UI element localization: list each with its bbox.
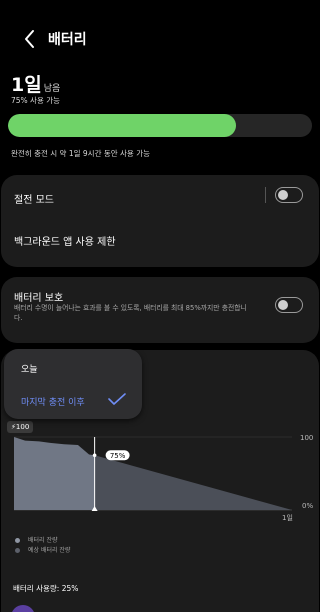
remaining-unit: 남음 bbox=[43, 84, 61, 94]
legend-dot bbox=[15, 548, 20, 553]
battery-protect-description: 배터리 수명이 늘어나는 효과를 볼 수 있도록, 배터리를 최대 85%까지만… bbox=[14, 304, 247, 322]
power-saving-row[interactable]: 절전 모드 bbox=[14, 191, 54, 206]
actual-level-area bbox=[14, 437, 95, 510]
charge-start-badge: ⚡100 bbox=[7, 421, 34, 433]
battery-protect-label: 배터리 보호 bbox=[14, 293, 64, 304]
percent-available: 75% 사용 가능 bbox=[11, 96, 61, 105]
battery-level-fill bbox=[8, 114, 236, 137]
back-arrow-icon[interactable] bbox=[20, 28, 40, 50]
full-charge-estimate: 완전히 충전 시 약 1일 9시간 동안 사용 가능 bbox=[11, 149, 151, 158]
power-settings-card: 절전 모드 백그라운드 앱 사용 제한 bbox=[1, 175, 319, 267]
toggle-knob bbox=[278, 299, 288, 310]
remaining-time: 1일 남음 bbox=[11, 70, 60, 97]
divider bbox=[265, 187, 266, 203]
battery-protect-card[interactable]: 배터리 보호 배터리 수명이 늘어나는 효과를 볼 수 있도록, 배터리를 최대… bbox=[1, 277, 319, 343]
period-option-since-charge[interactable]: 마지막 충전 이후 bbox=[21, 395, 85, 408]
y-tick-label-bottom: 0% bbox=[302, 502, 313, 510]
projected-level-area bbox=[94, 455, 293, 510]
toggle-knob bbox=[278, 189, 288, 200]
x-tick-label: 1일 bbox=[282, 513, 293, 522]
legend-item: 예상 배터리 잔량 bbox=[15, 545, 70, 554]
legend-dot bbox=[15, 538, 20, 543]
period-dropdown: 오늘 마지막 충전 이후 bbox=[4, 349, 142, 419]
legend-label-actual: 배터리 잔량 bbox=[28, 537, 58, 544]
battery-graph: 75% 100 0% 1일 bbox=[14, 434, 313, 522]
remaining-value: 1일 bbox=[11, 74, 42, 96]
charge-start-label: 100 bbox=[15, 423, 30, 431]
y-tick-label-top: 100 bbox=[300, 434, 313, 442]
marker-label: 75% bbox=[110, 452, 126, 460]
legend-label-projected: 예상 배터리 잔량 bbox=[28, 547, 71, 554]
current-level-point bbox=[92, 453, 97, 458]
check-icon bbox=[108, 393, 126, 405]
page-title: 배터리 bbox=[48, 32, 87, 48]
app-header: 배터리 bbox=[0, 26, 320, 52]
battery-usage-title: 배터리 사용량: 25% bbox=[13, 584, 79, 593]
period-option-today[interactable]: 오늘 bbox=[21, 362, 38, 375]
battery-level-bar bbox=[8, 114, 312, 137]
battery-protect-toggle[interactable] bbox=[275, 297, 303, 313]
legend-item: 배터리 잔량 bbox=[15, 535, 58, 544]
power-saving-toggle[interactable] bbox=[275, 187, 303, 203]
background-limit-row[interactable]: 백그라운드 앱 사용 제한 bbox=[14, 233, 116, 248]
